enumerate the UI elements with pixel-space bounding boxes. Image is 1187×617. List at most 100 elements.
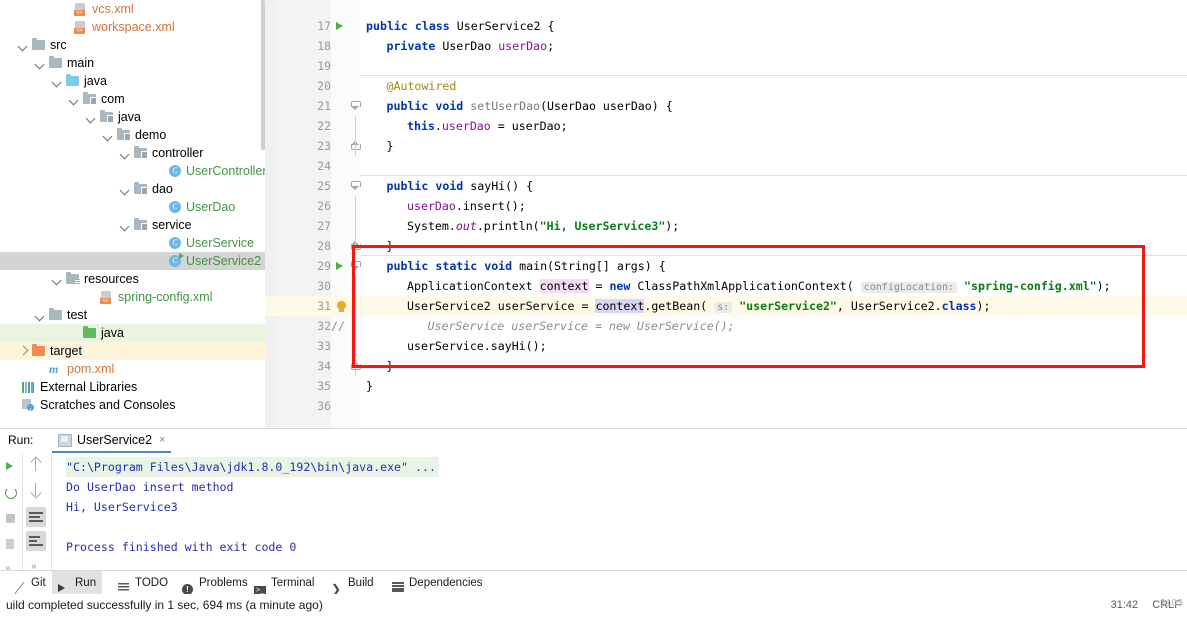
run-tab-userservice2[interactable]: UserService2 × — [52, 429, 172, 453]
terminal-icon: >_ — [254, 577, 267, 596]
tool-window-button-git[interactable]: ╱ Git — [8, 571, 52, 596]
soft-wrap-icon[interactable] — [26, 507, 46, 527]
tree-item-label: External Libraries — [40, 380, 138, 394]
code-editor[interactable]: public class UserService2 {private UserD… — [265, 0, 1187, 428]
tool-window-button-todo[interactable]: TODO — [112, 571, 174, 595]
pin-icon[interactable] — [1, 535, 21, 555]
tool-window-button-problems[interactable]: ! Problems — [176, 571, 254, 595]
tool-window-label: Run — [75, 577, 97, 589]
chevron-down-icon[interactable] — [103, 130, 114, 141]
line-number: 20 — [317, 79, 331, 93]
run-tool-window[interactable]: Run: UserService2 × » » "C:\Program File… — [0, 428, 1187, 574]
run-config-icon — [58, 433, 72, 447]
scroll-up-icon[interactable] — [26, 455, 46, 475]
scroll-to-end-icon[interactable] — [26, 531, 46, 551]
todo-icon — [118, 577, 131, 592]
chevron-down-icon[interactable] — [52, 76, 63, 87]
tree-item-service[interactable]: service — [0, 216, 265, 234]
chevron-down-icon[interactable] — [52, 274, 63, 285]
tree-item-demo[interactable]: demo — [0, 126, 265, 144]
chevron-down-icon[interactable] — [18, 40, 29, 51]
fold-region-bar — [355, 356, 356, 376]
tree-item-workspace-xml[interactable]: <> workspace.xml — [0, 18, 265, 36]
tree-item-java[interactable]: java — [0, 72, 265, 90]
rerun-failed-icon[interactable] — [1, 483, 21, 503]
run-actions-column[interactable]: » — [0, 453, 23, 574]
chevron-down-icon[interactable] — [35, 310, 46, 321]
code-section-separator — [360, 75, 1187, 76]
tree-item-usercontroller[interactable]: C UserController — [0, 162, 265, 180]
tree-item-main[interactable]: main — [0, 54, 265, 72]
tree-item-controller[interactable]: controller — [0, 144, 265, 162]
close-icon[interactable]: × — [159, 429, 165, 451]
tree-item-userservice2[interactable]: C UserService2 — [0, 252, 265, 270]
tool-window-button-terminal[interactable]: >_ Terminal — [248, 571, 320, 596]
console-actions-column[interactable]: » — [23, 453, 52, 572]
console-output[interactable]: "C:\Program Files\Java\jdk1.8.0_192\bin\… — [52, 453, 1187, 570]
bottom-tool-window-bar[interactable]: ╱ Git Run TODO! Problems >_ Terminal ❯ Build Depe… — [0, 570, 1187, 596]
run-gutter-icon[interactable] — [336, 262, 343, 270]
tool-window-label: Problems — [199, 577, 248, 589]
code-line[interactable]: this.userDao = userDao; — [407, 116, 568, 136]
tree-item-userdao[interactable]: C UserDao — [0, 198, 265, 216]
code-line[interactable]: System.out.println("Hi, UserService3"); — [407, 216, 679, 236]
tool-window-button-dependencies[interactable]: Dependencies — [386, 571, 489, 595]
console-line: Process finished with exit code 0 — [66, 540, 297, 554]
fold-region-start-icon[interactable] — [351, 261, 361, 270]
project-tree-panel[interactable]: <> vcs.xml <> workspace.xml src main java com ja… — [0, 0, 265, 428]
fold-region-start-icon[interactable] — [351, 181, 361, 190]
code-line[interactable]: UserService userService = new UserServic… — [428, 316, 735, 336]
tree-item-java[interactable]: java — [0, 108, 265, 126]
tree-item-spring-config-xml[interactable]: <> spring-config.xml — [0, 288, 265, 306]
tree-item-vcs-xml[interactable]: <> vcs.xml — [0, 0, 265, 18]
tree-item-pom-xml[interactable]: m pom.xml — [0, 360, 265, 378]
scroll-down-icon[interactable] — [26, 481, 46, 501]
tree-item-target[interactable]: target — [0, 342, 265, 360]
code-line[interactable]: ApplicationContext context = new ClassPa… — [407, 276, 1111, 296]
chevron-down-icon[interactable] — [120, 184, 131, 195]
code-line[interactable]: } — [387, 356, 394, 376]
run-gutter-icon[interactable] — [336, 22, 343, 30]
tree-item-com[interactable]: com — [0, 90, 265, 108]
code-line[interactable]: public static void main(String[] args) { — [387, 256, 666, 276]
code-line[interactable]: UserService2 userService = context.getBe… — [407, 296, 991, 316]
chevron-down-icon[interactable] — [35, 58, 46, 69]
chevron-down-icon[interactable] — [69, 94, 80, 105]
code-line[interactable]: @Autowired — [387, 76, 457, 96]
line-number: 32 — [317, 319, 331, 333]
folder-orange-icon — [31, 344, 46, 358]
code-line[interactable]: public void sayHi() { — [387, 176, 534, 196]
chevron-down-icon[interactable] — [120, 148, 131, 159]
code-line[interactable]: } — [387, 236, 394, 256]
tree-item-java[interactable]: java — [0, 324, 265, 342]
code-line[interactable]: } — [387, 136, 394, 156]
fold-region-start-icon[interactable] — [351, 101, 361, 110]
code-text-area[interactable]: public class UserService2 {private UserD… — [265, 0, 1187, 428]
code-line[interactable]: private UserDao userDao; — [387, 36, 555, 56]
tool-window-label: Dependencies — [409, 577, 483, 589]
intention-bulb-icon[interactable] — [337, 301, 346, 312]
code-line[interactable]: public class UserService2 { — [366, 16, 554, 36]
tool-window-button-build[interactable]: ❯ Build — [325, 571, 380, 596]
tree-item-dao[interactable]: dao — [0, 180, 265, 198]
tree-item-test[interactable]: test — [0, 306, 265, 324]
tree-item-resources[interactable]: resources — [0, 270, 265, 288]
tree-item-external-libraries[interactable]: External Libraries — [0, 378, 265, 396]
chevron-down-icon[interactable] — [120, 220, 131, 231]
tool-window-button-run[interactable]: Run — [52, 571, 103, 595]
tree-item-label: spring-config.xml — [118, 290, 213, 304]
chevron-down-icon[interactable] — [86, 112, 97, 123]
code-line[interactable]: } — [366, 376, 373, 396]
code-line[interactable]: userDao.insert(); — [407, 196, 526, 216]
rerun-icon[interactable] — [1, 457, 21, 477]
code-line[interactable]: userService.sayHi(); — [407, 336, 547, 356]
stop-icon[interactable] — [1, 509, 21, 529]
caret-position[interactable]: 31:42 — [1111, 599, 1139, 611]
tree-item-userservice[interactable]: C UserService — [0, 234, 265, 252]
run-panel-label: Run: — [8, 433, 34, 447]
tree-item-src[interactable]: src — [0, 36, 265, 54]
code-line[interactable]: public void setUserDao(UserDao userDao) … — [387, 96, 673, 116]
tree-item-scratches-and-consoles[interactable]: Scratches and Consoles — [0, 396, 265, 421]
chevron-right-icon[interactable] — [18, 346, 29, 357]
